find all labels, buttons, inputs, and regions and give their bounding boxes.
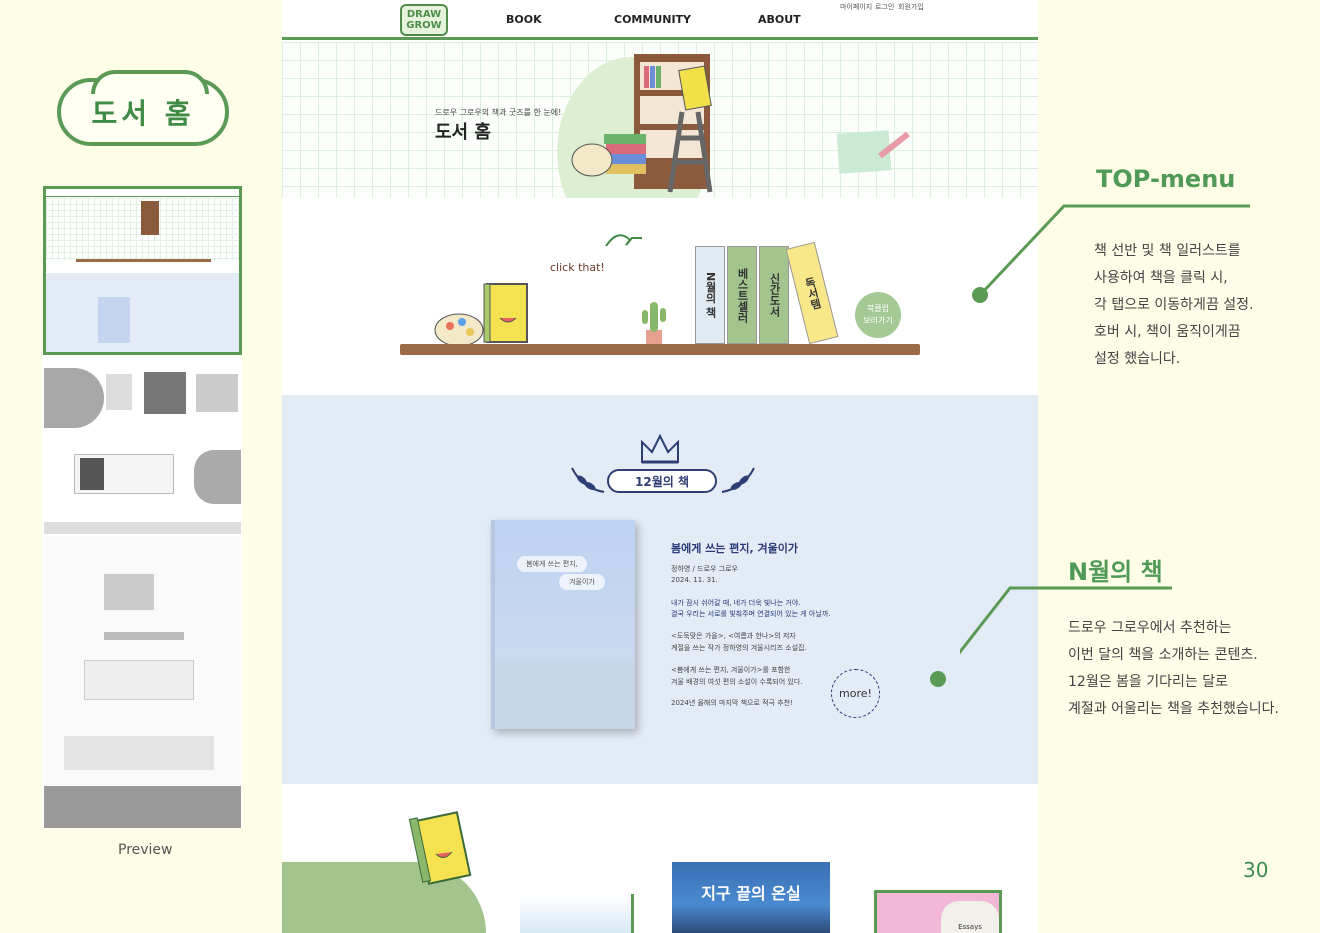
brand-logo[interactable]: DRAW GROW bbox=[400, 4, 448, 36]
website-page: DRAW GROW BOOK COMMUNITY ABOUT 마이페이지 로그인… bbox=[282, 0, 1038, 933]
book-author: 정하영 / 드로우 그로우 bbox=[671, 565, 738, 573]
preview-label: Preview bbox=[118, 842, 173, 858]
cactus-icon bbox=[642, 302, 666, 344]
click-hint: click that! bbox=[550, 261, 605, 274]
bottom-book-3[interactable]: Essays bbox=[874, 890, 1002, 933]
annotation-n-title: N월의 책 bbox=[1068, 558, 1163, 586]
page-number: 30 bbox=[1243, 858, 1269, 882]
book-mascot-illustration bbox=[408, 811, 472, 885]
book-desc-6: 겨울 배경의 여섯 편의 소설이 수록되어 있다. bbox=[671, 678, 803, 686]
annotation-n-text: 드로우 그로우에서 추천하는 이번 달의 책을 소개하는 콘텐츠. 12월은 봄… bbox=[1068, 620, 1279, 717]
bookclub-button[interactable]: 북클럽 보러가기 bbox=[855, 292, 901, 338]
shelf-book-new[interactable]: 신간도서 bbox=[759, 246, 789, 344]
book-desc-7: 2024년 올해의 마지막 책으로 적극 추천! bbox=[671, 699, 793, 707]
bottom-book-2[interactable]: 지구 끝의 온실 bbox=[672, 862, 830, 933]
nav-about[interactable]: ABOUT bbox=[758, 13, 801, 26]
laurel-right-icon bbox=[721, 467, 755, 493]
featured-book-cover[interactable]: 봄에게 쓰는 편지, 겨울이가 bbox=[491, 520, 635, 729]
arrow-doodle-icon bbox=[605, 234, 642, 247]
top-nav: DRAW GROW BOOK COMMUNITY ABOUT 마이페이지 로그인… bbox=[282, 0, 1038, 40]
month-tag: 12월의 책 bbox=[607, 469, 717, 493]
book-desc-5: <봄에게 쓰는 편지, 겨울이가>를 포함한 bbox=[671, 666, 791, 674]
book-desc-4: 계절을 쓰는 작가 정하영의 겨울시리즈 소설집. bbox=[671, 644, 807, 652]
cover-title-2: 겨울이가 bbox=[559, 574, 605, 590]
shelf-book-items[interactable]: 독서템 bbox=[785, 241, 839, 345]
paper-pencil-illustration bbox=[836, 130, 910, 174]
hero-banner: 드로우 그로우의 책과 굿즈를 한 눈에! 도서 홈 bbox=[282, 42, 1038, 198]
cover-title-1: 봄에게 쓰는 편지, bbox=[517, 556, 587, 572]
bookshelf bbox=[400, 344, 920, 355]
preview-thumbnails[interactable] bbox=[43, 186, 242, 828]
hero-subtitle: 드로우 그로우의 책과 굿즈를 한 눈에! bbox=[435, 108, 562, 117]
nav-signup[interactable]: 회원가입 bbox=[898, 2, 924, 12]
hero-title: 도서 홈 bbox=[435, 122, 491, 143]
nav-book[interactable]: BOOK bbox=[506, 13, 542, 26]
laurel-left-icon bbox=[571, 467, 605, 493]
book-desc-3: <도둑맞은 가을>, <여름과 한나>의 저자 bbox=[671, 632, 796, 640]
book-title: 봄에게 쓰는 편지, 겨울이가 bbox=[671, 542, 798, 555]
annotation-top-title: TOP-menu bbox=[1096, 165, 1236, 193]
bookshelf-illustration bbox=[557, 54, 713, 198]
book-desc-2: 결국 우리는 서로를 빛춰주며 연결되어 있는 게 아닐까. bbox=[671, 610, 831, 618]
annotation-top-text: 책 선반 및 책 일러스트를 사용하여 책을 클릭 시, 각 탭으로 이동하게끔… bbox=[1094, 243, 1254, 367]
book-desc-1: 내가 잠시 쉬어갈 때, 네가 더욱 빛나는 거야. bbox=[671, 599, 801, 607]
nav-mypage[interactable]: 마이페이지 bbox=[840, 2, 872, 12]
nav-login[interactable]: 로그인 bbox=[875, 2, 894, 12]
bottom-book-1[interactable] bbox=[520, 896, 634, 933]
preview-thumb-active[interactable] bbox=[43, 186, 242, 355]
annotation-dot-2 bbox=[930, 671, 946, 687]
shelf-book-bestseller[interactable]: 베스트셀러 bbox=[727, 246, 757, 344]
book-date: 2024. 11. 31. bbox=[671, 576, 718, 584]
crown-icon bbox=[641, 433, 679, 464]
book-character-illustration bbox=[434, 283, 528, 347]
shelf-book-n-month[interactable]: N월의 책 bbox=[695, 246, 725, 344]
nav-community[interactable]: COMMUNITY bbox=[614, 13, 691, 26]
more-button[interactable]: more! bbox=[831, 669, 880, 718]
section-badge: 도서 홈 bbox=[57, 70, 229, 146]
